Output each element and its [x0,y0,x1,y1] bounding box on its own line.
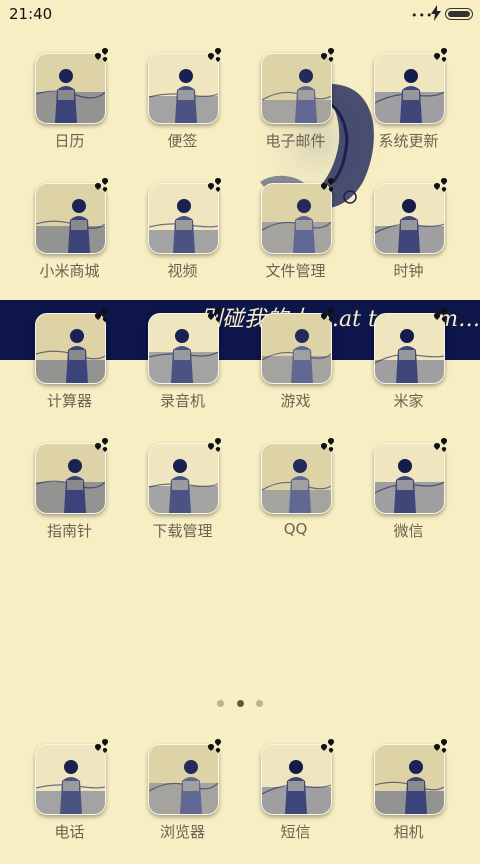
heart-icon [94,48,109,62]
heart-icon [433,438,448,452]
heart-icon [320,739,335,753]
app-label-games: 游戏 [280,392,311,410]
heart-icon [320,48,335,62]
bolt-icon [431,5,441,21]
app-calendar[interactable]: 日历 [13,48,126,173]
heart-icon [320,438,335,452]
app-label-clock: 时钟 [393,262,424,280]
app-downloads[interactable]: 下载管理 [126,438,239,563]
page-indicator [0,700,480,710]
app-label-wechat: 微信 [393,522,424,540]
heart-icon [207,178,222,192]
app-label-mi-home: 米家 [393,392,424,410]
heart-icon [433,48,448,62]
heart-icon [94,178,109,192]
app-label-compass: 指南针 [46,522,92,540]
app-file-manager[interactable]: 文件管理 [239,178,352,303]
status-bar: 21:40 ••• [0,0,480,30]
page-dot-3[interactable] [256,700,263,707]
app-label-email: 电子邮件 [265,132,326,150]
app-label-system-update: 系统更新 [378,132,439,150]
app-label-recorder: 录音机 [159,392,205,410]
app-qq[interactable]: QQ [239,438,352,563]
app-label-file-manager: 文件管理 [265,262,326,280]
app-clock[interactable]: 时钟 [352,178,465,303]
heart-icon [207,48,222,62]
dock-phone[interactable]: 电话 [13,739,126,864]
page-dot-1[interactable] [217,700,224,707]
dock-browser[interactable]: 浏览器 [126,739,239,864]
battery-icon [445,8,473,20]
heart-icon [207,739,222,753]
dock-label-messages: 短信 [280,823,311,841]
heart-icon [94,739,109,753]
app-games[interactable]: 游戏 [239,308,352,433]
app-video[interactable]: 视频 [126,178,239,303]
heart-icon [433,739,448,753]
app-mi-store[interactable]: 小米商城 [13,178,126,303]
dock-camera[interactable]: 相机 [352,739,465,864]
heart-icon [320,308,335,322]
heart-icon [207,438,222,452]
app-system-update[interactable]: 系统更新 [352,48,465,173]
app-compass[interactable]: 指南针 [13,438,126,563]
app-label-calendar: 日历 [54,132,85,150]
app-label-calculator: 计算器 [46,392,92,410]
app-calculator[interactable]: 计算器 [13,308,126,433]
dock-messages[interactable]: 短信 [239,739,352,864]
app-email[interactable]: 电子邮件 [239,48,352,173]
heart-icon [94,308,109,322]
app-wechat[interactable]: 微信 [352,438,465,563]
status-time: 21:40 [9,5,53,23]
dock-label-browser: 浏览器 [159,823,205,841]
app-label-notes: 便签 [167,132,198,150]
app-label-qq: QQ [283,520,308,538]
app-label-mi-store: 小米商城 [39,262,100,280]
app-label-downloads: 下载管理 [152,522,213,540]
heart-icon [207,308,222,322]
heart-icon [433,178,448,192]
app-notes[interactable]: 便签 [126,48,239,173]
heart-icon [320,178,335,192]
app-mi-home[interactable]: 米家 [352,308,465,433]
app-label-video: 视频 [167,262,198,280]
page-dot-2[interactable] [237,700,244,707]
heart-icon [94,438,109,452]
app-recorder[interactable]: 录音机 [126,308,239,433]
dock-label-camera: 相机 [393,823,424,841]
heart-icon [433,308,448,322]
dock-label-phone: 电话 [54,823,85,841]
